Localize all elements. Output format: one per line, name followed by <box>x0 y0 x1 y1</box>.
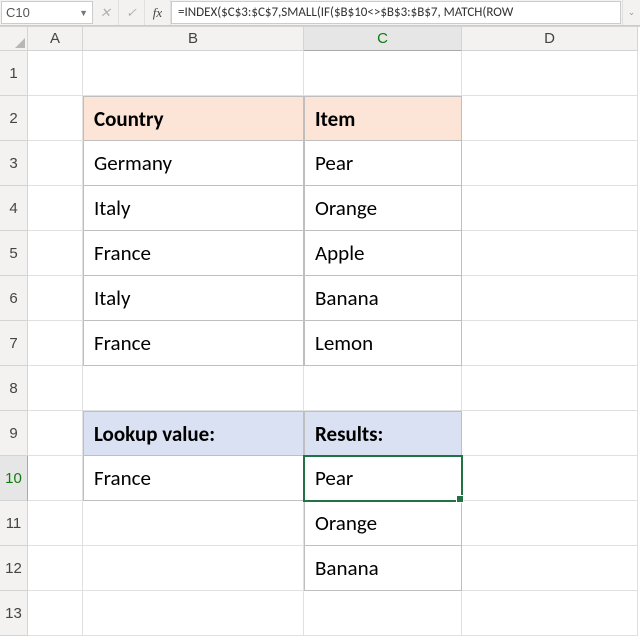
expand-formula-icon[interactable]: ⌄ <box>622 0 640 25</box>
chevron-down-icon[interactable]: ▼ <box>79 8 88 18</box>
fx-icon[interactable]: fx <box>145 0 171 25</box>
spreadsheet-grid[interactable]: A B C D 1 2 Country Item 3 Germany Pear … <box>0 26 640 636</box>
row-header-6[interactable]: 6 <box>0 276 28 321</box>
col-header-C[interactable]: C <box>304 27 462 51</box>
cell-A11[interactable] <box>28 501 83 546</box>
cell-B4[interactable]: Italy <box>83 186 304 231</box>
cell-C7[interactable]: Lemon <box>304 321 462 366</box>
cell-B2[interactable]: Country <box>83 96 304 141</box>
cell-C6[interactable]: Banana <box>304 276 462 321</box>
cell-D9[interactable] <box>462 411 638 456</box>
cell-D7[interactable] <box>462 321 638 366</box>
cell-A12[interactable] <box>28 546 83 591</box>
cell-A6[interactable] <box>28 276 83 321</box>
row-header-4[interactable]: 4 <box>0 186 28 231</box>
cell-C5[interactable]: Apple <box>304 231 462 276</box>
cell-A4[interactable] <box>28 186 83 231</box>
formula-text: =INDEX($C$3:$C$7,SMALL(IF($B$10<>$B$3:$B… <box>178 5 513 20</box>
cell-D2[interactable] <box>462 96 638 141</box>
col-header-A[interactable]: A <box>28 27 83 51</box>
row-header-9[interactable]: 9 <box>0 411 28 456</box>
cell-A8[interactable] <box>28 366 83 411</box>
cell-B13[interactable] <box>83 591 304 636</box>
cell-B5[interactable]: France <box>83 231 304 276</box>
row-header-13[interactable]: 13 <box>0 591 28 636</box>
cell-B11[interactable] <box>83 501 304 546</box>
cell-D12[interactable] <box>462 546 638 591</box>
cell-A3[interactable] <box>28 141 83 186</box>
cell-B3[interactable]: Germany <box>83 141 304 186</box>
cell-B1[interactable] <box>83 51 304 96</box>
cell-C8[interactable] <box>304 366 462 411</box>
cell-D5[interactable] <box>462 231 638 276</box>
cell-B10[interactable]: France <box>83 456 304 501</box>
cell-A5[interactable] <box>28 231 83 276</box>
row-header-3[interactable]: 3 <box>0 141 28 186</box>
cell-C11[interactable]: Orange <box>304 501 462 546</box>
row-header-10[interactable]: 10 <box>0 456 28 501</box>
cell-B6[interactable]: Italy <box>83 276 304 321</box>
cell-D1[interactable] <box>462 51 638 96</box>
cell-D3[interactable] <box>462 141 638 186</box>
row-header-5[interactable]: 5 <box>0 231 28 276</box>
row-header-1[interactable]: 1 <box>0 51 28 96</box>
cell-C1[interactable] <box>304 51 462 96</box>
cell-B9[interactable]: Lookup value: <box>83 411 304 456</box>
cell-C9[interactable]: Results: <box>304 411 462 456</box>
col-header-D[interactable]: D <box>462 27 638 51</box>
cell-D13[interactable] <box>462 591 638 636</box>
name-box-value: C10 <box>6 5 30 20</box>
cell-B7[interactable]: France <box>83 321 304 366</box>
cell-C13[interactable] <box>304 591 462 636</box>
cell-D10[interactable] <box>462 456 638 501</box>
cell-A2[interactable] <box>28 96 83 141</box>
row-header-7[interactable]: 7 <box>0 321 28 366</box>
cell-C10[interactable]: Pear <box>304 456 462 501</box>
row-header-2[interactable]: 2 <box>0 96 28 141</box>
cell-D8[interactable] <box>462 366 638 411</box>
cell-C3[interactable]: Pear <box>304 141 462 186</box>
cell-C12[interactable]: Banana <box>304 546 462 591</box>
cell-A9[interactable] <box>28 411 83 456</box>
select-all-corner[interactable] <box>0 27 28 51</box>
cell-A7[interactable] <box>28 321 83 366</box>
row-header-11[interactable]: 11 <box>0 501 28 546</box>
cell-C2[interactable]: Item <box>304 96 462 141</box>
cell-C4[interactable]: Orange <box>304 186 462 231</box>
cancel-icon: ✕ <box>93 0 119 25</box>
row-header-12[interactable]: 12 <box>0 546 28 591</box>
cell-D4[interactable] <box>462 186 638 231</box>
row-header-8[interactable]: 8 <box>0 366 28 411</box>
cell-A10[interactable] <box>28 456 83 501</box>
cell-D6[interactable] <box>462 276 638 321</box>
cell-D11[interactable] <box>462 501 638 546</box>
name-box[interactable]: C10 ▼ <box>1 1 93 24</box>
cell-B8[interactable] <box>83 366 304 411</box>
formula-input[interactable]: =INDEX($C$3:$C$7,SMALL(IF($B$10<>$B$3:$B… <box>171 1 621 24</box>
cell-A13[interactable] <box>28 591 83 636</box>
enter-icon: ✓ <box>119 0 145 25</box>
formula-bar: C10 ▼ ✕ ✓ fx =INDEX($C$3:$C$7,SMALL(IF($… <box>0 0 640 26</box>
cell-B12[interactable] <box>83 546 304 591</box>
col-header-B[interactable]: B <box>83 27 304 51</box>
cell-A1[interactable] <box>28 51 83 96</box>
